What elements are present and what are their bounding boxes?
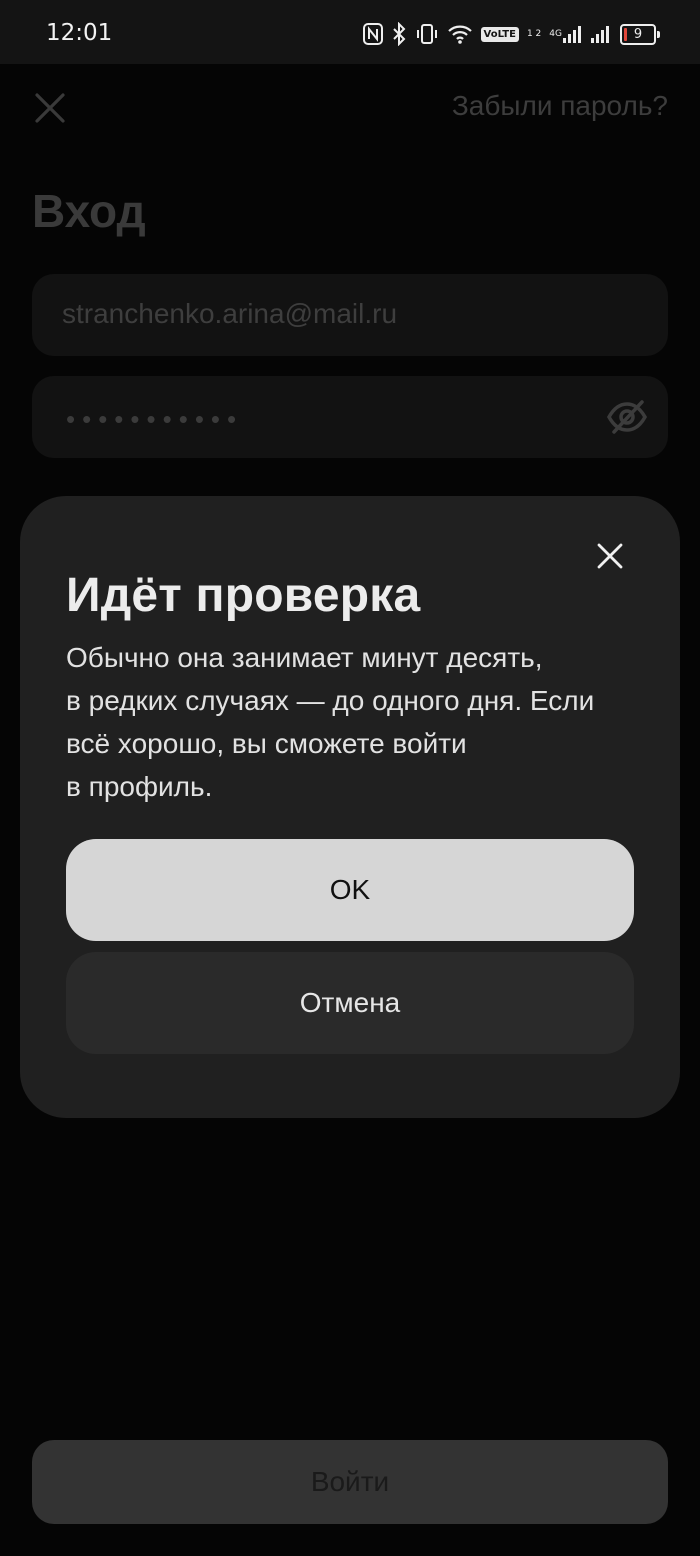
cancel-button[interactable]: Отмена [66, 952, 634, 1054]
dialog-title: Идёт проверка [66, 569, 421, 622]
vibrate-icon [415, 22, 439, 46]
signal-icon: 4G [549, 24, 582, 44]
dialog-close-icon[interactable] [596, 542, 624, 570]
verification-dialog: Идёт проверка Обычно она занимает минут … [20, 496, 680, 1118]
signal-icon-2 [590, 24, 612, 44]
battery-icon: 9 [620, 23, 660, 45]
status-bar: 12:01 VoLTE 1 2 4G 9 [0, 0, 700, 64]
email-value: stranchenko.arina@mail.ru [62, 298, 398, 329]
wifi-icon [447, 23, 473, 45]
email-field[interactable]: stranchenko.arina@mail.ru [32, 274, 668, 356]
dialog-body-line: в редких случаях — до одного дня. Если [66, 685, 595, 716]
password-mask: ••••••••••• [66, 404, 244, 434]
dialog-body-line: всё хорошо, вы сможете войти [66, 728, 467, 759]
sim-slots: 1 2 [526, 29, 542, 39]
dialog-body: Обычно она занимает минут десять, в редк… [66, 636, 646, 808]
eye-off-icon[interactable] [606, 396, 648, 438]
dialog-body-line: в профиль. [66, 771, 213, 802]
dialog-body-line: Обычно она занимает минут десять, [66, 642, 543, 673]
status-time: 12:01 [46, 20, 113, 46]
ok-button[interactable]: OK [66, 839, 634, 941]
forgot-password-link[interactable]: Забыли пароль? [452, 90, 668, 122]
bluetooth-icon [391, 22, 407, 46]
login-button[interactable]: Войти [32, 1440, 668, 1524]
close-icon[interactable] [32, 90, 68, 126]
status-icons: VoLTE 1 2 4G 9 [362, 20, 660, 48]
password-field[interactable]: ••••••••••• [32, 376, 668, 458]
page-title: Вход [32, 185, 146, 237]
nfc-icon [362, 23, 383, 45]
volte-icon: VoLTE [480, 26, 519, 42]
net-type-label: 4G [549, 29, 562, 39]
